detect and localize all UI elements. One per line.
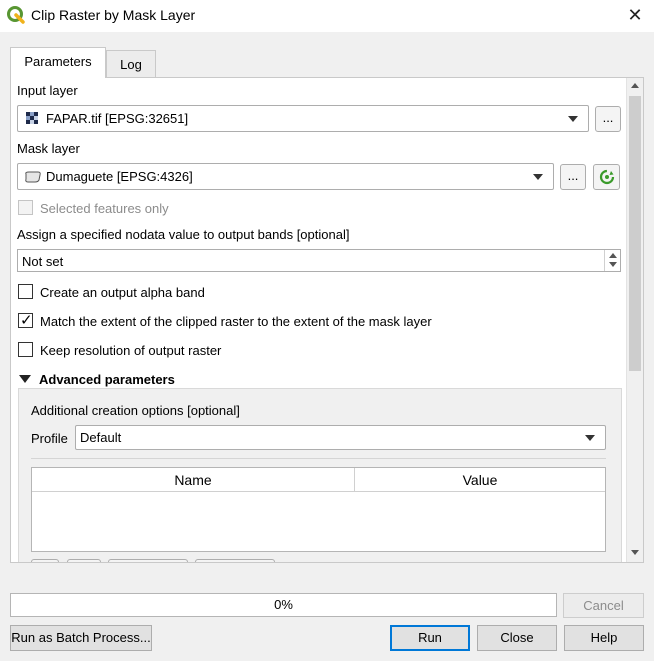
title-bar: Clip Raster by Mask Layer ✕ — [0, 0, 654, 32]
creation-options-label: Additional creation options [optional] — [31, 403, 240, 418]
scroll-down-icon[interactable] — [631, 550, 639, 555]
collapse-triangle-icon — [19, 375, 31, 383]
checkmark-icon: ✓ — [20, 312, 33, 329]
chevron-down-icon — [568, 116, 578, 122]
selected-features-only-label: Selected features only — [40, 201, 169, 216]
spin-down-icon[interactable] — [609, 262, 617, 267]
keep-resolution-label: Keep resolution of output raster — [40, 343, 222, 358]
match-extent-checkbox[interactable]: ✓ — [18, 312, 33, 329]
column-header-name[interactable]: Name — [32, 468, 355, 492]
input-layer-combo[interactable]: FAPAR.tif [EPSG:32651] — [17, 105, 589, 132]
input-layer-browse-button[interactable]: ... — [595, 106, 621, 132]
alpha-band-checkbox[interactable] — [18, 284, 33, 299]
profile-value: Default — [80, 430, 122, 445]
nodata-label: Assign a specified nodata value to outpu… — [17, 227, 350, 242]
validate-button[interactable] — [108, 559, 188, 562]
progress-bar: 0% — [10, 593, 557, 617]
polygon-layer-icon — [25, 171, 41, 183]
help-button[interactable]: Help — [564, 625, 644, 651]
keep-resolution-checkbox[interactable] — [18, 342, 33, 357]
mask-layer-browse-button[interactable]: ... — [560, 164, 586, 190]
input-layer-value: FAPAR.tif [EPSG:32651] — [46, 111, 189, 126]
vertical-scrollbar[interactable] — [626, 78, 643, 562]
scrollbar-thumb[interactable] — [629, 96, 641, 371]
creation-options-table[interactable]: Name Value — [31, 467, 606, 552]
qgis-logo-icon — [7, 6, 25, 24]
input-layer-label: Input layer — [17, 83, 78, 98]
close-button[interactable]: Close — [477, 625, 557, 651]
chevron-down-icon — [533, 174, 543, 180]
table-header: Name Value — [32, 468, 605, 492]
add-row-button[interactable] — [31, 559, 59, 562]
mask-layer-value: Dumaguete [EPSG:4326] — [46, 169, 193, 184]
close-window-icon[interactable]: ✕ — [622, 4, 648, 26]
chevron-down-icon — [585, 435, 595, 441]
window-title: Clip Raster by Mask Layer — [31, 7, 196, 23]
raster-layer-icon — [26, 112, 38, 124]
selected-features-only-checkbox[interactable] — [18, 200, 33, 215]
nodata-value: Not set — [22, 254, 64, 269]
divider — [31, 458, 606, 459]
spin-up-icon[interactable] — [609, 253, 617, 258]
profile-label: Profile — [31, 431, 68, 446]
advanced-parameters-header: Advanced parameters — [39, 372, 175, 387]
tab-log[interactable]: Log — [106, 50, 156, 79]
green-cycle-icon — [599, 169, 615, 185]
tab-parameters[interactable]: Parameters — [10, 47, 106, 78]
scroll-up-icon[interactable] — [631, 83, 639, 88]
batch-process-button[interactable]: Run as Batch Process... — [10, 625, 152, 651]
nodata-spinbox[interactable]: Not set — [17, 249, 621, 272]
column-header-value[interactable]: Value — [355, 468, 605, 492]
match-extent-label: Match the extent of the clipped raster t… — [40, 314, 432, 329]
cancel-button[interactable]: Cancel — [563, 593, 644, 618]
profile-combo[interactable]: Default — [75, 425, 606, 450]
alpha-band-label: Create an output alpha band — [40, 285, 205, 300]
remove-row-button[interactable] — [67, 559, 101, 562]
advanced-parameters-toggle[interactable]: Advanced parameters — [18, 372, 318, 388]
iterate-features-button[interactable] — [593, 164, 620, 190]
parameters-panel: Input layer FAPAR.tif [EPSG:32651] ... M… — [10, 77, 644, 563]
spin-arrows[interactable] — [604, 250, 620, 271]
run-button[interactable]: Run — [390, 625, 470, 651]
mask-layer-label: Mask layer — [17, 141, 80, 156]
help-options-button[interactable] — [195, 559, 275, 562]
mask-layer-combo[interactable]: Dumaguete [EPSG:4326] — [17, 163, 554, 190]
progress-text: 0% — [274, 597, 293, 612]
